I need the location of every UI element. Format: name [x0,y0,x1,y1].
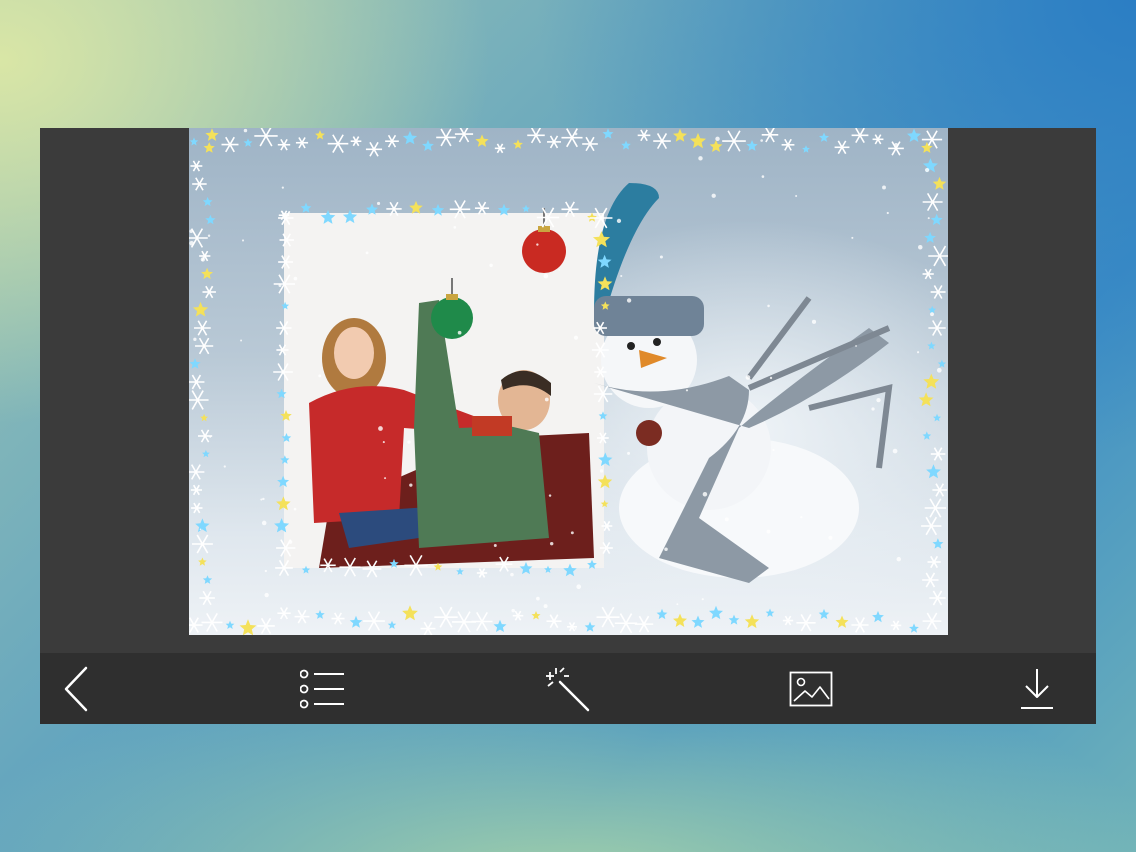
green-ornament [431,297,473,339]
gallery-button[interactable] [779,653,843,724]
editor-window [40,128,1096,724]
effects-button[interactable] [535,653,599,724]
list-icon [300,669,344,708]
red-ornament [522,229,566,273]
back-button[interactable] [45,653,109,724]
woman-face [334,327,374,379]
bottom-toolbar [40,653,1096,724]
image-icon [789,671,833,706]
snowman-hat-brim [594,296,704,336]
save-button[interactable] [1005,653,1069,724]
download-icon [1021,668,1053,709]
chevron-left-icon [64,666,88,711]
man-collar [472,416,512,436]
snowman-button [636,420,662,446]
photo-canvas[interactable] [189,128,948,635]
frames-list-button[interactable] [291,653,355,724]
photo-frame-composition [189,128,948,635]
magic-wand-icon [546,666,590,711]
